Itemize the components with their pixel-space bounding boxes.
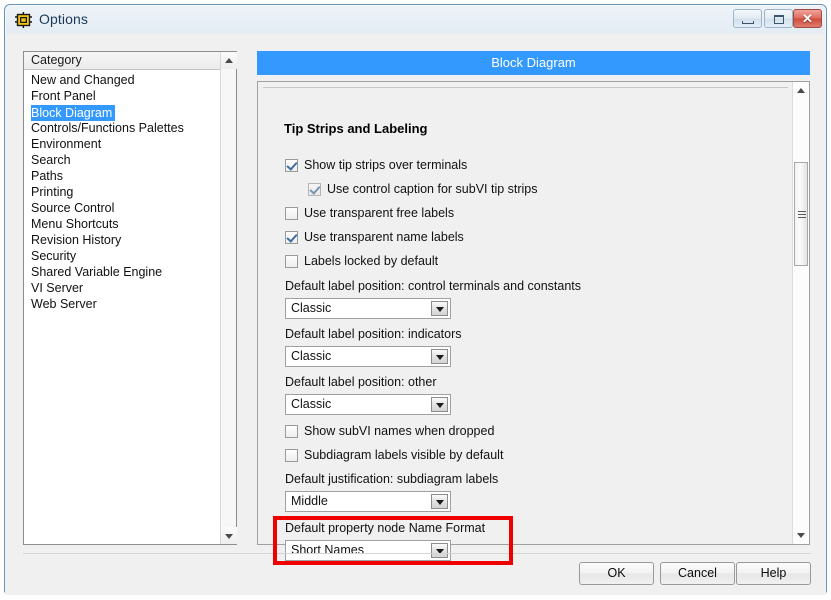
sidebar-item-search[interactable]: Search bbox=[24, 152, 236, 168]
category-scroll-up-button[interactable] bbox=[221, 52, 237, 69]
settings-scrollbar-thumb[interactable] bbox=[794, 162, 808, 266]
checkbox-row-use-control-caption-for-subvi-tip-strips[interactable]: Use control caption for subVI tip strips bbox=[308, 182, 538, 196]
sidebar-item-menu-shortcuts[interactable]: Menu Shortcuts bbox=[24, 216, 236, 232]
checkbox-label: Labels locked by default bbox=[304, 254, 439, 268]
chevron-up-icon bbox=[797, 88, 805, 93]
chevron-down-icon bbox=[797, 533, 805, 538]
chevron-up-icon bbox=[225, 57, 233, 63]
minimize-button[interactable] bbox=[733, 9, 762, 28]
sidebar-item-source-control[interactable]: Source Control bbox=[24, 200, 236, 216]
checkbox-row-subdiagram-labels-visible-by-default[interactable]: Subdiagram labels visible by default bbox=[285, 448, 503, 462]
checkbox-icon[interactable] bbox=[308, 182, 321, 196]
sidebar-item-label: Block Diagram bbox=[31, 105, 116, 121]
checkbox-label: Subdiagram labels visible by default bbox=[304, 448, 504, 462]
category-scrollbar[interactable] bbox=[220, 52, 237, 544]
sidebar-item-controls-functions-palettes[interactable]: Controls/Functions Palettes bbox=[24, 120, 236, 136]
checkbox-label: Show tip strips over terminals bbox=[304, 158, 468, 172]
dropdown-value: Classic bbox=[291, 349, 332, 363]
chevron-down-icon[interactable] bbox=[431, 349, 448, 364]
checkbox-row-show-tip-strips-over-terminals[interactable]: Show tip strips over terminals bbox=[285, 158, 467, 172]
dropdown-value: Classic bbox=[291, 301, 332, 315]
sidebar-item-revision-history[interactable]: Revision History bbox=[24, 232, 236, 248]
checkbox-row-use-transparent-name-labels[interactable]: Use transparent name labels bbox=[285, 230, 464, 244]
sidebar-item-shared-variable-engine[interactable]: Shared Variable Engine bbox=[24, 264, 236, 280]
ok-button[interactable]: OK bbox=[579, 562, 654, 585]
settings-scroll-down-button[interactable] bbox=[793, 526, 809, 544]
sidebar-item-security[interactable]: Security bbox=[24, 248, 236, 264]
cancel-button[interactable]: Cancel bbox=[660, 562, 735, 585]
sidebar-item-front-panel[interactable]: Front Panel bbox=[24, 88, 236, 104]
checkbox-label: Show subVI names when dropped bbox=[304, 424, 495, 438]
category-list-items: New and Changed Front Panel Block Diagram C… bbox=[24, 71, 236, 312]
category-list-panel: Category New and Changed Front Panel Block… bbox=[23, 51, 237, 545]
minimize-icon bbox=[742, 21, 754, 24]
dropdown-default-justification-subdiagram-labels[interactable]: Middle bbox=[285, 491, 451, 512]
dialog-client-area: Category New and Changed Front Panel Block… bbox=[5, 35, 826, 595]
sidebar-item-web-server[interactable]: Web Server bbox=[24, 296, 236, 312]
dropdown-value: Classic bbox=[291, 397, 332, 411]
options-dialog-window: Options ✕ Category New and Changed Front … bbox=[4, 4, 827, 595]
settings-panel: Tip Strips and Labeling Show tip strips … bbox=[257, 81, 810, 561]
field-label-default-justification-subdiagram-labels: Default justification: subdiagram labels bbox=[285, 472, 499, 486]
checkbox-label: Use transparent free labels bbox=[304, 206, 455, 220]
checkbox-row-use-transparent-free-labels[interactable]: Use transparent free labels bbox=[285, 206, 454, 220]
sidebar-item-paths[interactable]: Paths bbox=[24, 168, 236, 184]
grip-icon bbox=[798, 211, 806, 218]
close-icon: ✕ bbox=[802, 11, 813, 26]
checkbox-label: Use transparent name labels bbox=[304, 230, 464, 244]
chevron-down-icon[interactable] bbox=[431, 397, 448, 412]
section-heading: Tip Strips and Labeling bbox=[284, 121, 428, 136]
field-label-default-label-position-other: Default label position: other bbox=[285, 375, 437, 389]
checkbox-row-labels-locked-by-default[interactable]: Labels locked by default bbox=[285, 254, 438, 268]
dropdown-default-label-position-control-terminals-and-constants[interactable]: Classic bbox=[285, 298, 451, 319]
chevron-down-icon bbox=[225, 533, 233, 539]
settings-content: Tip Strips and Labeling Show tip strips … bbox=[258, 82, 793, 561]
checkbox-label: Use control caption for subVI tip strips bbox=[327, 182, 538, 196]
dropdown-default-label-position-indicators[interactable]: Classic bbox=[285, 346, 451, 367]
checkbox-icon[interactable] bbox=[285, 254, 298, 268]
sidebar-item-new-and-changed[interactable]: New and Changed bbox=[24, 72, 236, 88]
settings-scrollbar[interactable] bbox=[792, 82, 809, 544]
window-title: Options bbox=[39, 11, 88, 27]
category-list-header: Category bbox=[24, 52, 236, 70]
sidebar-item-vi-server[interactable]: VI Server bbox=[24, 280, 236, 296]
checkbox-icon[interactable] bbox=[285, 230, 298, 244]
highlight-annotation-box bbox=[273, 516, 513, 565]
checkbox-icon[interactable] bbox=[285, 158, 298, 172]
chevron-down-icon[interactable] bbox=[431, 301, 448, 316]
checkbox-icon[interactable] bbox=[285, 206, 298, 220]
settings-scroll-up-button[interactable] bbox=[793, 82, 809, 100]
field-label-default-label-position-indicators: Default label position: indicators bbox=[285, 327, 462, 341]
dropdown-default-label-position-other[interactable]: Classic bbox=[285, 394, 451, 415]
field-label-default-label-position-control-terminals-and-constants: Default label position: control terminal… bbox=[285, 279, 581, 293]
help-button[interactable]: Help bbox=[736, 562, 811, 585]
close-button[interactable]: ✕ bbox=[793, 9, 822, 28]
sidebar-item-block-diagram[interactable]: Block Diagram bbox=[24, 104, 236, 121]
category-scroll-down-button[interactable] bbox=[221, 527, 237, 544]
maximize-button[interactable] bbox=[764, 9, 793, 28]
dropdown-value: Middle bbox=[291, 494, 328, 508]
maximize-icon bbox=[774, 15, 784, 24]
sidebar-item-environment[interactable]: Environment bbox=[24, 136, 236, 152]
checkbox-icon[interactable] bbox=[285, 448, 298, 462]
page-title: Block Diagram bbox=[257, 51, 810, 75]
checkbox-icon[interactable] bbox=[285, 424, 298, 438]
title-bar: Options ✕ bbox=[5, 5, 826, 35]
checkbox-row-show-subvi-names-when-dropped[interactable]: Show subVI names when dropped bbox=[285, 424, 494, 438]
chevron-down-icon[interactable] bbox=[431, 494, 448, 509]
labview-vi-icon bbox=[15, 12, 32, 28]
sidebar-item-printing[interactable]: Printing bbox=[24, 184, 236, 200]
